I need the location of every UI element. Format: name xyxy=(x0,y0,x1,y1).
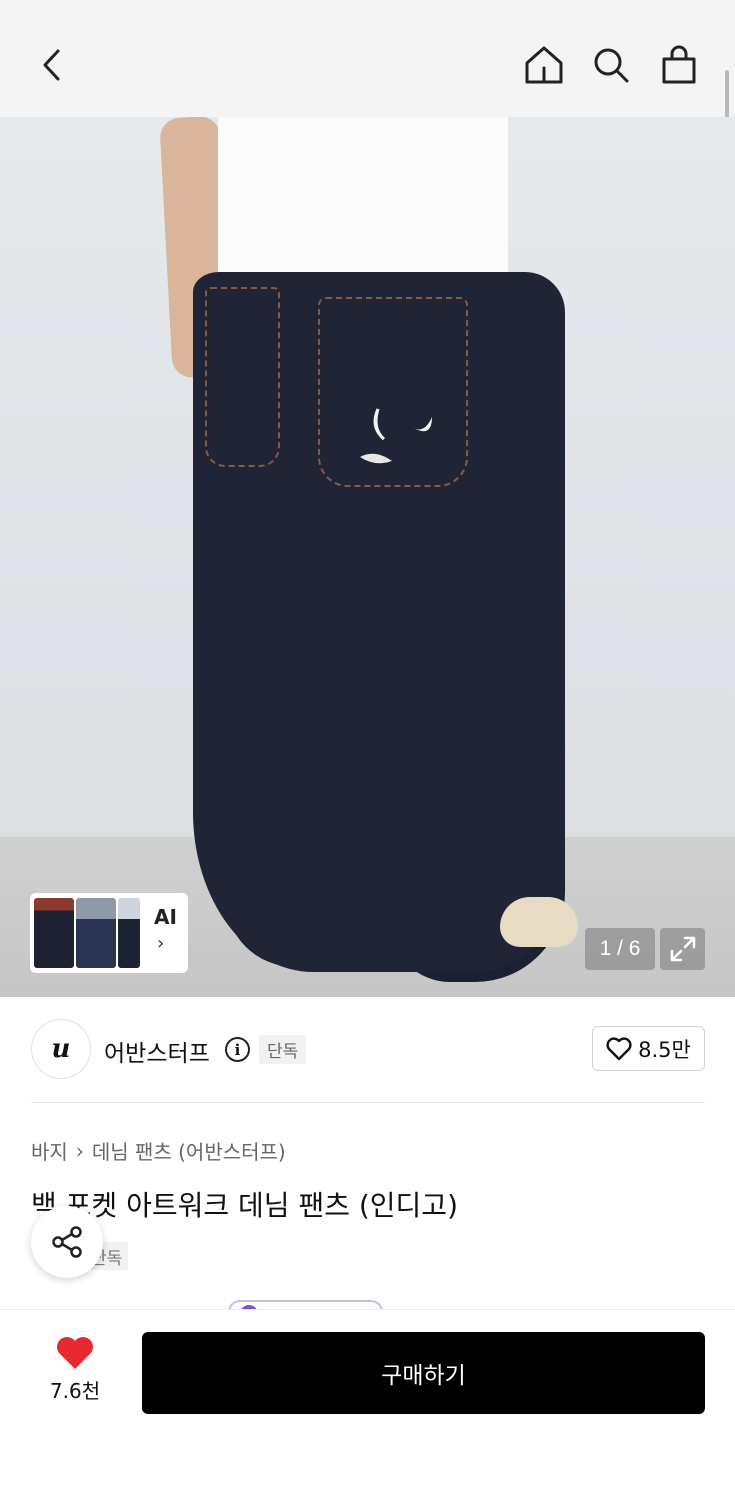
expand-icon xyxy=(670,936,695,962)
thumbnail-image[interactable] xyxy=(34,898,74,968)
back-pocket-artwork xyxy=(318,297,468,487)
top-navigation-bar xyxy=(0,0,735,117)
search-button[interactable] xyxy=(586,40,636,90)
search-icon xyxy=(594,48,629,83)
brand-logo[interactable]: u xyxy=(31,1019,91,1079)
heart-outline-icon xyxy=(606,1036,632,1060)
ai-thumbnail-strip[interactable]: AI › xyxy=(30,893,188,973)
heart-filled-icon xyxy=(57,1337,93,1369)
chevron-right-icon: › xyxy=(157,933,165,954)
product-title: 백 포켓 아트워크 데님 팬츠 (인디고) xyxy=(31,1189,458,1222)
brand-name[interactable]: 어반스터프 xyxy=(104,1034,210,1068)
ai-label: AI xyxy=(154,905,177,929)
expand-image-button[interactable] xyxy=(660,928,705,970)
back-arrow-icon xyxy=(43,49,60,81)
cart-button[interactable] xyxy=(654,40,704,90)
product-like-count: 7.6천 xyxy=(49,1379,101,1403)
back-button[interactable] xyxy=(28,40,78,90)
buy-button[interactable]: 구매하기 xyxy=(142,1332,705,1414)
chevron-right-icon: › xyxy=(75,1138,84,1163)
thumbnail-image[interactable] xyxy=(118,898,140,968)
breadcrumb: 바지 › 데님 팬츠 (어반스터프) xyxy=(31,1136,286,1165)
brand-like-count: 8.5만 xyxy=(638,1037,691,1062)
product-image[interactable] xyxy=(0,117,735,997)
image-counter: 1 / 6 xyxy=(585,928,655,970)
home-button[interactable] xyxy=(519,40,569,90)
product-like-button[interactable]: 7.6천 xyxy=(40,1335,110,1404)
thumbnail-image[interactable] xyxy=(76,898,116,968)
shopping-bag-icon xyxy=(662,45,696,84)
share-icon xyxy=(52,1226,82,1258)
divider xyxy=(31,1102,705,1103)
brand-like-button[interactable]: 8.5만 xyxy=(592,1026,705,1071)
breadcrumb-item-category[interactable]: 바지 xyxy=(31,1136,68,1165)
home-icon xyxy=(525,46,563,84)
info-icon[interactable]: i xyxy=(225,1037,250,1062)
exclusive-badge: 단독 xyxy=(259,1035,307,1064)
breadcrumb-item-subcategory[interactable]: 데님 팬츠 (어반스터프) xyxy=(92,1136,286,1165)
share-button[interactable] xyxy=(31,1206,103,1278)
